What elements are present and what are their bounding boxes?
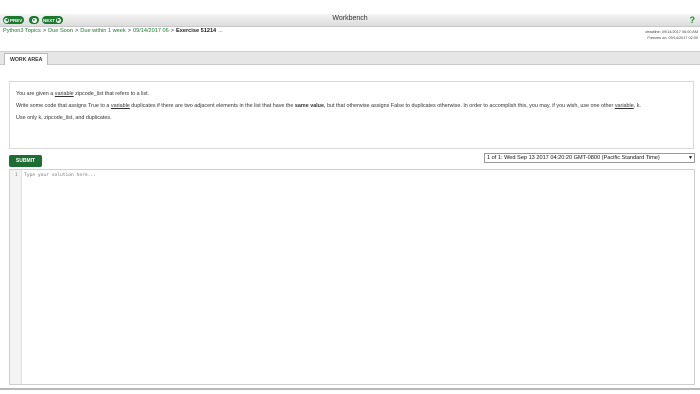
help-icon[interactable]: ?: [690, 15, 696, 25]
more-icon[interactable]: ...: [218, 28, 223, 34]
window-title: Workbench: [332, 15, 368, 22]
breadcrumb-separator: >: [127, 28, 131, 34]
instruction-paragraph: You are given a variable zipcode_list th…: [16, 91, 687, 98]
exercise-instructions: You are given a variable zipcode_list th…: [9, 81, 694, 149]
instruction-text: , but that otherwise assigns False to du…: [323, 103, 615, 109]
breadcrumb-separator: >: [170, 28, 175, 34]
submission-history-select[interactable]: 1 of 1: Wed Sep 13 2017 04:20:20 GMT-080…: [484, 153, 695, 163]
glossary-link-variable[interactable]: variable: [615, 103, 634, 109]
freezes-text: Freezes on: 09/14/2017 02:00: [647, 35, 698, 40]
breadcrumb-separator: >: [75, 28, 79, 34]
submission-selected-value: 1 of 1: Wed Sep 13 2017 04:20:20 GMT-080…: [487, 155, 660, 161]
breadcrumb-date[interactable]: 09/14/2017 06: [133, 28, 169, 34]
editor-placeholder: Type your solution here...: [24, 173, 96, 178]
instruction-emphasis: same value: [294, 103, 324, 109]
tab-work-area[interactable]: WORK AREA: [4, 53, 49, 65]
code-editor[interactable]: 1 Type your solution here...: [9, 169, 695, 385]
breadcrumb-separator: >: [42, 28, 47, 34]
glossary-link-variable[interactable]: variable: [55, 91, 74, 97]
tab-strip: WORK AREA: [0, 51, 700, 65]
instruction-text: zipcode_list that refers to a list.: [73, 91, 150, 97]
instruction-text: Write some code that assigns True to a: [16, 103, 111, 109]
glossary-link-variable[interactable]: variable: [111, 103, 130, 109]
line-number: 1: [15, 173, 18, 178]
breadcrumb-python3-topics[interactable]: Python3 Topics: [3, 28, 41, 34]
breadcrumb-due-soon[interactable]: Due Soon: [48, 28, 73, 34]
breadcrumb: Python3 Topics > Due Soon > Due within 1 wee…: [3, 28, 223, 34]
instruction-paragraph: Write some code that assigns True to a v…: [16, 103, 687, 110]
instruction-text: , k.: [633, 103, 641, 109]
instruction-paragraph: Use only k, zipcode_list, and duplicates…: [16, 115, 112, 121]
breadcrumb-current-exercise: Exercise 51214: [176, 28, 217, 34]
deadline-text: deadline: 09/14/2017 06:00 AM: [645, 30, 698, 34]
deadline-info: deadline: 09/14/2017 06:00 AM Freezes on…: [645, 30, 698, 41]
title-bar: ◀ PREV ● NEXT ▶ Workbench ?: [0, 14, 700, 27]
submit-button[interactable]: SUBMIT: [9, 155, 42, 167]
breadcrumb-due-within-week[interactable]: Due within 1 week: [80, 28, 125, 34]
instruction-text: duplicates if there are two adjacent ele…: [129, 103, 295, 109]
dropdown-arrow-icon: ▼: [688, 155, 693, 161]
instruction-text: You are given a: [16, 91, 55, 97]
line-number-gutter: 1: [10, 170, 22, 384]
bottom-divider: [0, 388, 700, 390]
